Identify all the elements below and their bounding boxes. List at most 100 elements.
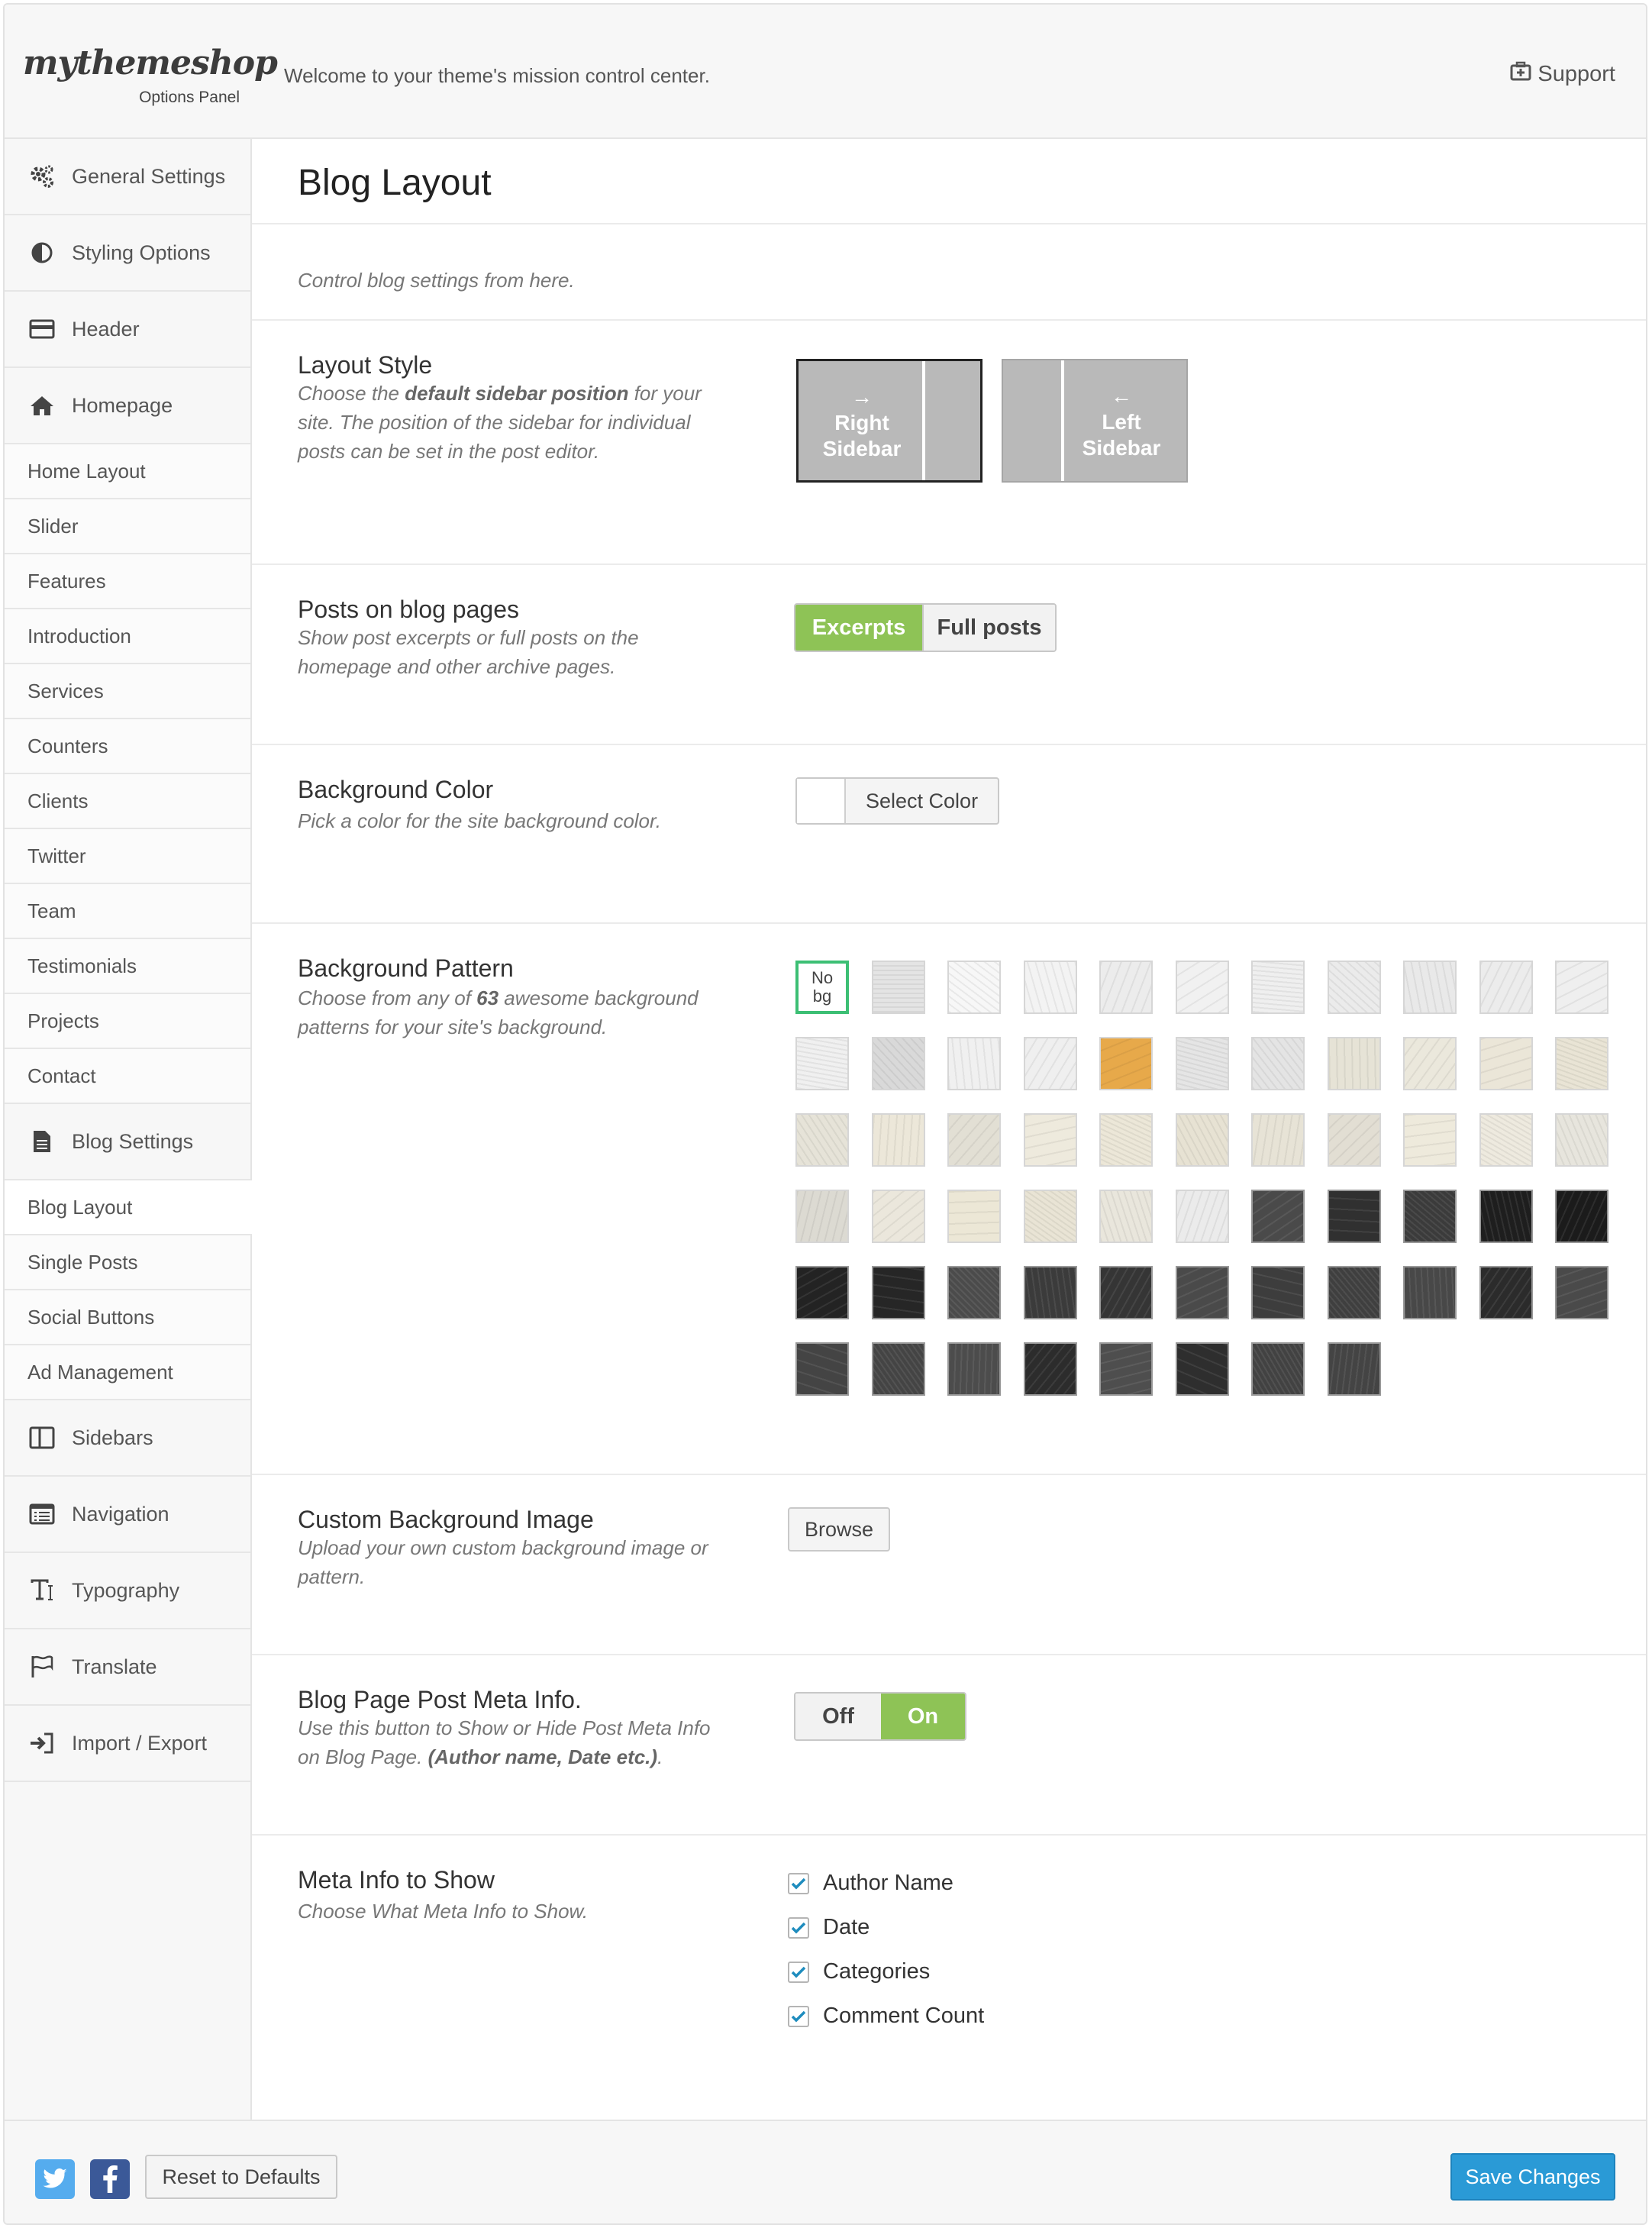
pattern-swatch[interactable] [1403,1037,1457,1090]
pattern-swatch[interactable] [1555,1037,1608,1090]
pattern-swatch[interactable] [795,1190,849,1243]
pattern-swatch[interactable] [872,1113,925,1167]
pattern-swatch[interactable] [1176,1190,1229,1243]
pattern-swatch[interactable] [1024,1342,1077,1396]
sidebar-item-translate[interactable]: Translate [5,1629,250,1706]
pattern-swatch[interactable] [1024,1190,1077,1243]
meta-option-row[interactable]: Date [788,1915,870,1940]
pattern-swatch[interactable] [1479,1266,1533,1319]
pattern-swatch[interactable] [1328,1190,1381,1243]
pattern-swatch[interactable] [947,1342,1001,1396]
meta-option-row[interactable]: Categories [788,1959,930,1984]
pattern-swatch[interactable] [1099,1113,1153,1167]
pattern-swatch[interactable] [1555,1113,1608,1167]
pattern-swatch[interactable] [1555,1266,1608,1319]
pattern-swatch[interactable] [1403,1190,1457,1243]
pattern-swatch[interactable] [1328,1266,1381,1319]
sidebar-item-typography[interactable]: Typography [5,1553,250,1629]
sidebar-item-home-layout[interactable]: Home Layout [5,444,250,499]
sidebar-item-projects[interactable]: Projects [5,994,250,1049]
pattern-swatch[interactable] [1479,1190,1533,1243]
meta-checkbox[interactable] [788,2005,809,2027]
save-changes-button[interactable]: Save Changes [1450,2153,1615,2201]
pattern-swatch[interactable] [1251,1113,1305,1167]
pattern-swatch[interactable] [1251,1266,1305,1319]
sidebar-item-single-posts[interactable]: Single Posts [5,1235,250,1290]
sidebar-item-testimonials[interactable]: Testimonials [5,939,250,994]
pattern-swatch[interactable] [947,1037,1001,1090]
pattern-swatch[interactable] [872,1190,925,1243]
pattern-swatch[interactable] [795,1113,849,1167]
pattern-swatch[interactable] [1251,1190,1305,1243]
pattern-swatch[interactable] [872,961,925,1014]
pattern-swatch[interactable] [795,1037,849,1090]
pattern-swatch[interactable] [1024,1113,1077,1167]
right-sidebar-option[interactable]: → Right Sidebar [796,359,982,483]
sidebar-item-sidebars[interactable]: Sidebars [5,1400,250,1477]
pattern-swatch[interactable] [947,1113,1001,1167]
meta-checkbox[interactable] [788,1961,809,1983]
sidebar-item-twitter[interactable]: Twitter [5,829,250,884]
sidebar-item-contact[interactable]: Contact [5,1049,250,1104]
pattern-swatch[interactable] [1479,1113,1533,1167]
pattern-swatch[interactable] [1479,1037,1533,1090]
meta-checkbox[interactable] [788,1916,809,1939]
sidebar-item-navigation[interactable]: Navigation [5,1477,250,1553]
facebook-icon[interactable] [90,2159,130,2199]
left-sidebar-option[interactable]: ← Left Sidebar [1002,359,1188,483]
browse-button[interactable]: Browse [788,1507,890,1552]
sidebar-item-features[interactable]: Features [5,554,250,609]
pattern-swatch[interactable] [947,961,1001,1014]
pattern-swatch[interactable] [1555,1190,1608,1243]
select-color-button[interactable]: Select Color [795,777,1000,825]
pattern-swatch[interactable] [1176,1266,1229,1319]
pattern-swatch[interactable] [1099,961,1153,1014]
sidebar-item-slider[interactable]: Slider [5,499,250,554]
pattern-swatch[interactable] [872,1037,925,1090]
pattern-swatch[interactable] [1403,961,1457,1014]
sidebar-item-social-buttons[interactable]: Social Buttons [5,1290,250,1345]
pattern-swatch[interactable] [947,1266,1001,1319]
pattern-swatch[interactable] [1328,1037,1381,1090]
excerpts-button[interactable]: Excerpts [795,605,922,651]
pattern-swatch[interactable] [1176,1342,1229,1396]
meta-on-button[interactable]: On [881,1694,965,1739]
twitter-icon[interactable] [35,2159,75,2199]
pattern-swatch[interactable] [1555,961,1608,1014]
pattern-swatch[interactable] [1176,961,1229,1014]
pattern-swatch[interactable] [1024,1037,1077,1090]
pattern-swatch[interactable] [1176,1037,1229,1090]
pattern-swatch[interactable] [1099,1037,1153,1090]
sidebar-item-blog-settings[interactable]: Blog Settings [5,1104,250,1180]
pattern-swatch[interactable] [1251,1342,1305,1396]
pattern-swatch[interactable] [1328,1113,1381,1167]
reset-defaults-button[interactable]: Reset to Defaults [145,2155,337,2199]
pattern-swatch[interactable] [1328,961,1381,1014]
sidebar-item-ad-management[interactable]: Ad Management [5,1345,250,1400]
meta-option-row[interactable]: Comment Count [788,2004,984,2029]
pattern-swatch[interactable] [795,1266,849,1319]
pattern-swatch[interactable] [872,1266,925,1319]
sidebar-item-counters[interactable]: Counters [5,719,250,774]
pattern-swatch[interactable] [1403,1113,1457,1167]
sidebar-item-blog-layout[interactable]: Blog Layout [5,1180,252,1235]
meta-off-button[interactable]: Off [795,1694,881,1739]
pattern-swatch[interactable] [1024,1266,1077,1319]
support-link[interactable]: Support [1510,61,1615,87]
sidebar-item-styling-options[interactable]: Styling Options [5,215,250,292]
pattern-swatch[interactable] [1099,1342,1153,1396]
pattern-swatch[interactable] [1251,961,1305,1014]
pattern-swatch[interactable] [1176,1113,1229,1167]
pattern-swatch[interactable] [1328,1342,1381,1396]
pattern-swatch[interactable] [1099,1266,1153,1319]
sidebar-item-clients[interactable]: Clients [5,774,250,829]
sidebar-item-services[interactable]: Services [5,664,250,719]
pattern-swatch[interactable] [947,1190,1001,1243]
sidebar-item-introduction[interactable]: Introduction [5,609,250,664]
pattern-swatch[interactable] [1251,1037,1305,1090]
pattern-swatch[interactable] [1024,961,1077,1014]
sidebar-item-team[interactable]: Team [5,884,250,939]
sidebar-item-header[interactable]: Header [5,292,250,368]
no-bg-pattern[interactable]: No bg [795,961,849,1014]
sidebar-item-homepage[interactable]: Homepage [5,368,250,444]
